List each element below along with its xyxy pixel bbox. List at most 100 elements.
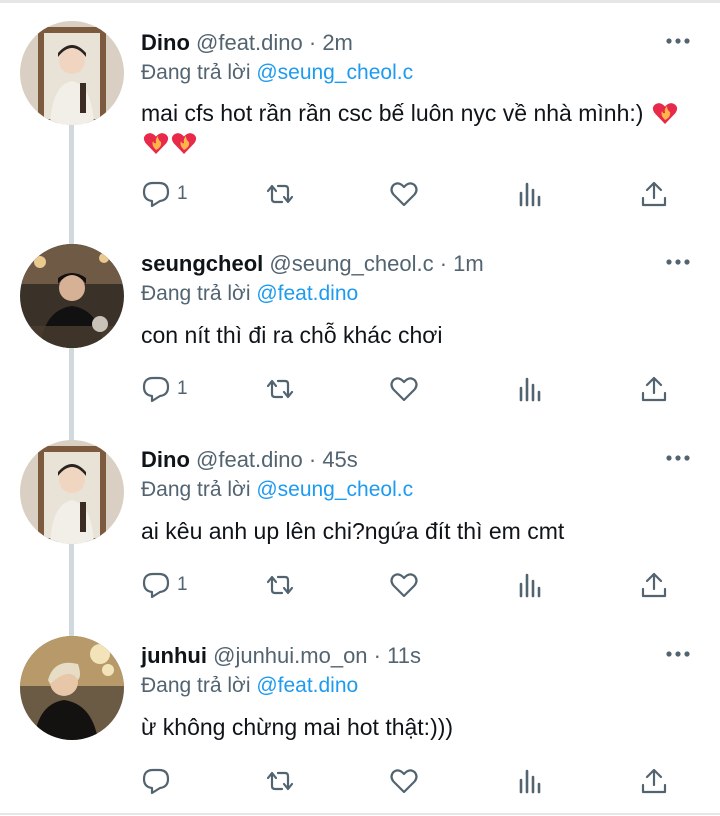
retweet-button[interactable]	[265, 568, 295, 602]
retweet-icon	[266, 379, 294, 399]
timestamp[interactable]: · 2m	[309, 30, 353, 55]
replying-to-label: Đang trả lời	[141, 282, 251, 305]
reply-count: 1	[177, 183, 188, 204]
three-dots-icon[interactable]	[664, 248, 692, 276]
share-button[interactable]	[639, 177, 669, 211]
replying-to: Đang trả lời @seung_cheol.c	[141, 59, 413, 87]
share-button[interactable]	[639, 372, 669, 406]
avatar-dino-image	[20, 440, 124, 544]
like-button[interactable]	[389, 177, 419, 211]
tweet-text: mai cfs hot rần rần csc bế luôn nyc về n…	[141, 98, 686, 158]
tweet-actions: 1	[141, 177, 681, 211]
tweet-actions	[141, 764, 681, 798]
display-name[interactable]: Dino	[141, 447, 190, 472]
heart-on-fire-emoji	[143, 133, 169, 154]
like-button[interactable]	[389, 764, 419, 798]
speech-bubble-icon	[142, 376, 170, 403]
share-button[interactable]	[639, 568, 669, 602]
tweet-text: ừ không chừng mai hot thật:)))	[141, 712, 686, 742]
three-dots-icon[interactable]	[664, 640, 692, 668]
speech-bubble-icon	[142, 768, 170, 795]
bar-chart-icon	[519, 769, 541, 794]
like-button[interactable]	[389, 568, 419, 602]
three-dots-icon[interactable]	[664, 444, 692, 472]
heart-on-fire-emoji	[652, 103, 677, 124]
views-button[interactable]	[515, 568, 545, 602]
handle[interactable]: @feat.dino	[196, 30, 303, 55]
timestamp[interactable]: · 45s	[309, 447, 358, 472]
mention-link[interactable]: @feat.dino	[256, 674, 358, 697]
speech-bubble-icon	[142, 181, 170, 208]
mention-link[interactable]: @feat.dino	[256, 282, 358, 305]
reply-count: 1	[177, 574, 188, 595]
heart-icon	[390, 769, 418, 794]
views-button[interactable]	[515, 177, 545, 211]
replying-to: Đang trả lời @feat.dino	[141, 672, 358, 700]
replying-to-label: Đang trả lời	[141, 61, 251, 84]
reply-button[interactable]: 1	[141, 177, 188, 211]
tweet-text-content: mai cfs hot rần rần csc bế luôn nyc về n…	[141, 100, 644, 126]
avatar[interactable]	[20, 244, 124, 348]
share-upload-icon	[641, 181, 667, 207]
handle[interactable]: @seung_cheol.c	[269, 251, 433, 276]
tweet-header: Dino @feat.dino · 45s	[141, 446, 358, 474]
views-button[interactable]	[515, 764, 545, 798]
tweet-text-content: ừ không chừng mai hot thật:)))	[141, 714, 454, 740]
tweet-text: ai kêu anh up lên chi?ngứa đít thì em cm…	[141, 516, 686, 546]
avatar-seungcheol-image	[20, 244, 124, 348]
share-upload-icon	[641, 376, 667, 402]
retweet-icon	[266, 771, 294, 791]
tweet-text-content: ai kêu anh up lên chi?ngứa đít thì em cm…	[141, 518, 565, 544]
tweet-header: seungcheol @seung_cheol.c · 1m	[141, 250, 484, 278]
display-name[interactable]: Dino	[141, 30, 190, 55]
mention-link[interactable]: @seung_cheol.c	[256, 478, 413, 501]
mention-link[interactable]: @seung_cheol.c	[256, 61, 413, 84]
retweet-button[interactable]	[265, 764, 295, 798]
retweet-button[interactable]	[265, 372, 295, 406]
reply-button[interactable]: 1	[141, 372, 188, 406]
tweet[interactable]: Dino @feat.dino · 45s Đang trả lời @seun…	[0, 424, 720, 620]
tweet-actions: 1	[141, 372, 681, 406]
retweet-button[interactable]	[265, 177, 295, 211]
heart-icon	[390, 182, 418, 207]
avatar[interactable]	[20, 440, 124, 544]
tweet[interactable]: seungcheol @seung_cheol.c · 1m Đang trả …	[0, 228, 720, 424]
tweet-header: junhui @junhui.mo_on · 11s	[141, 642, 421, 670]
tweet[interactable]: junhui @junhui.mo_on · 11s Đang trả lời …	[0, 620, 720, 816]
heart-icon	[390, 377, 418, 402]
avatar-junhui-image	[20, 636, 124, 740]
timestamp[interactable]: · 1m	[440, 251, 484, 276]
bar-chart-icon	[519, 182, 541, 207]
timestamp[interactable]: · 11s	[374, 643, 421, 668]
speech-bubble-icon	[142, 572, 170, 599]
tweet-header: Dino @feat.dino · 2m	[141, 29, 353, 57]
handle[interactable]: @feat.dino	[196, 447, 303, 472]
tweet-text-content: con nít thì đi ra chỗ khác chơi	[141, 322, 443, 348]
bar-chart-icon	[519, 377, 541, 402]
reply-count: 1	[177, 378, 188, 399]
avatar[interactable]	[20, 21, 124, 125]
share-upload-icon	[641, 768, 667, 794]
three-dots-icon[interactable]	[664, 27, 692, 55]
reply-button[interactable]	[141, 764, 177, 798]
tweet[interactable]: Dino @feat.dino · 2m Đang trả lời @seung…	[0, 3, 720, 208]
retweet-icon	[266, 184, 294, 204]
bar-chart-icon	[519, 573, 541, 598]
replying-to: Đang trả lời @feat.dino	[141, 280, 358, 308]
avatar[interactable]	[20, 636, 124, 740]
retweet-icon	[266, 575, 294, 595]
replying-to: Đang trả lời @seung_cheol.c	[141, 476, 413, 504]
avatar-dino-image	[20, 21, 124, 125]
tweet-text: con nít thì đi ra chỗ khác chơi	[141, 320, 686, 350]
tweet-actions: 1	[141, 568, 681, 602]
heart-icon	[390, 573, 418, 598]
views-button[interactable]	[515, 372, 545, 406]
reply-button[interactable]: 1	[141, 568, 188, 602]
display-name[interactable]: junhui	[141, 643, 207, 668]
display-name[interactable]: seungcheol	[141, 251, 263, 276]
replying-to-label: Đang trả lời	[141, 478, 251, 501]
handle[interactable]: @junhui.mo_on	[213, 643, 367, 668]
share-button[interactable]	[639, 764, 669, 798]
like-button[interactable]	[389, 372, 419, 406]
heart-on-fire-emoji	[171, 133, 197, 154]
